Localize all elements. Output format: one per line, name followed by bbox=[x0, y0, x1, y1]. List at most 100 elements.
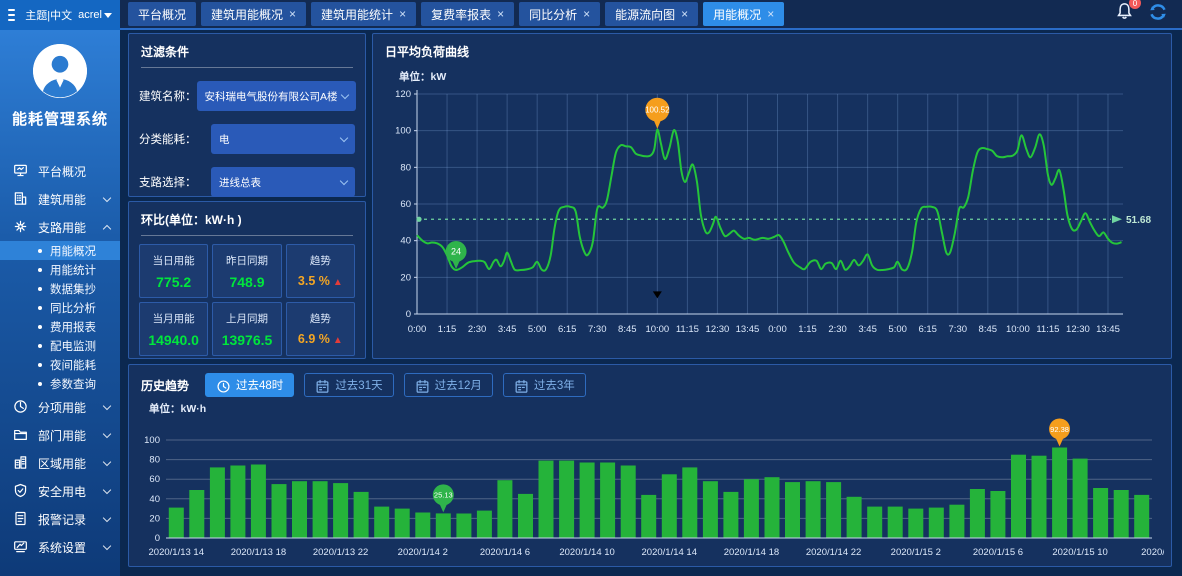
submenu-label: 夜间能耗 bbox=[50, 357, 96, 373]
sidebar-item-0[interactable]: 平台概况 bbox=[0, 157, 120, 185]
tab-0[interactable]: 平台概况 bbox=[128, 2, 196, 26]
tab-close-icon[interactable]: × bbox=[399, 7, 406, 21]
svg-text:2:30: 2:30 bbox=[468, 324, 487, 335]
monitor-icon bbox=[13, 163, 28, 178]
stat-cell: 上月同期 13976.5 bbox=[212, 302, 281, 356]
history-range-button-2[interactable]: 过去12月 bbox=[404, 373, 493, 397]
tab-3[interactable]: 复费率报表 × bbox=[421, 2, 514, 26]
history-range-button-1[interactable]: 过去31天 bbox=[304, 373, 393, 397]
trend-up-icon: ▲ bbox=[333, 335, 343, 346]
sidebar-item-label: 平台概况 bbox=[38, 163, 110, 180]
tab-close-icon[interactable]: × bbox=[767, 7, 774, 21]
theme-language-switcher[interactable]: 主题|中文 bbox=[25, 7, 72, 23]
svg-text:0: 0 bbox=[406, 309, 411, 320]
stat-value: 775.2 bbox=[140, 274, 207, 290]
calendar-icon bbox=[415, 379, 430, 394]
filter-select-2[interactable]: 进线总表 bbox=[211, 167, 355, 197]
sidebar: 能耗管理系统 平台概况 建筑用能 支路用能用能概况用能统计数据集抄同比分析费用报… bbox=[0, 30, 120, 576]
sidebar-subitem-0[interactable]: 用能概况 bbox=[0, 241, 120, 260]
svg-text:12:30: 12:30 bbox=[706, 324, 730, 335]
tab-label: 复费率报表 bbox=[431, 6, 491, 23]
sidebar-item-3[interactable]: 分项用能 bbox=[0, 393, 120, 421]
tab-4[interactable]: 同比分析× bbox=[519, 2, 600, 26]
svg-text:10:00: 10:00 bbox=[645, 324, 669, 335]
tab-close-icon[interactable]: × bbox=[681, 7, 688, 21]
tab-label: 平台概况 bbox=[138, 6, 186, 23]
sidebar-subitem-1[interactable]: 用能统计 bbox=[0, 260, 120, 279]
svg-text:20: 20 bbox=[149, 513, 160, 524]
area-icon bbox=[13, 455, 28, 470]
tab-6[interactable]: 用能概况× bbox=[703, 2, 784, 26]
main-content: 过滤条件 建筑名称： 安科瑞电气股份有限公司A楼 分类能耗： 电 支路选择： 进… bbox=[120, 30, 1182, 576]
stat-cell: 趋势 6.9 %▲ bbox=[286, 302, 355, 356]
sidebar-subitem-4[interactable]: 费用报表 bbox=[0, 317, 120, 336]
svg-text:2020/1/14 14: 2020/1/14 14 bbox=[642, 547, 697, 558]
stat-value: 13976.5 bbox=[213, 332, 280, 348]
svg-text:2020/1/15 2: 2020/1/15 2 bbox=[891, 547, 941, 558]
sidebar-item-5[interactable]: 区域用能 bbox=[0, 449, 120, 477]
chevron-down-icon bbox=[103, 429, 111, 437]
bullet-icon bbox=[38, 382, 42, 386]
filter-select-1[interactable]: 电 bbox=[211, 124, 355, 154]
sidebar-subitem-5[interactable]: 配电监测 bbox=[0, 336, 120, 355]
tab-1[interactable]: 建筑用能概况 × bbox=[201, 2, 306, 26]
history-button-label: 过去3年 bbox=[534, 377, 575, 393]
sidebar-item-label: 建筑用能 bbox=[38, 191, 104, 208]
sidebar-item-1[interactable]: 建筑用能 bbox=[0, 185, 120, 213]
notifications-button[interactable]: 0 bbox=[1115, 2, 1134, 26]
topbar-left: 主题|中文 acrel bbox=[0, 0, 120, 30]
history-range-button-0[interactable]: 过去48时 bbox=[205, 373, 294, 397]
submenu-label: 配电监测 bbox=[50, 338, 96, 354]
trend-up-icon: ▲ bbox=[333, 277, 343, 288]
notification-badge: 0 bbox=[1129, 0, 1141, 9]
tab-5[interactable]: 能源流向图× bbox=[605, 2, 698, 26]
calendar-icon bbox=[315, 379, 330, 394]
bullet-icon bbox=[38, 249, 42, 253]
filter-row-0: 建筑名称： 安科瑞电气股份有限公司A楼 bbox=[129, 81, 365, 111]
history-button-label: 过去48时 bbox=[236, 377, 283, 393]
sidebar-item-8[interactable]: 系统设置 bbox=[0, 533, 120, 561]
tab-label: 建筑用能概况 bbox=[211, 6, 283, 23]
svg-text:2020/1/15 6: 2020/1/15 6 bbox=[973, 547, 1023, 558]
tab-close-icon[interactable]: × bbox=[289, 7, 296, 21]
svg-text:2020/1/13 14: 2020/1/13 14 bbox=[149, 547, 204, 558]
stat-cell: 趋势 3.5 %▲ bbox=[286, 244, 355, 298]
stat-value: 3.5 %▲ bbox=[287, 274, 354, 288]
svg-text:7:30: 7:30 bbox=[588, 324, 607, 335]
sidebar-subitem-6[interactable]: 夜间能耗 bbox=[0, 355, 120, 374]
sidebar-item-7[interactable]: 报警记录 bbox=[0, 505, 120, 533]
sidebar-item-2[interactable]: 支路用能 bbox=[0, 213, 120, 241]
history-button-label: 过去12月 bbox=[435, 377, 482, 393]
bullet-icon bbox=[38, 344, 42, 348]
svg-text:60: 60 bbox=[149, 474, 160, 485]
sidebar-subitem-2[interactable]: 数据集抄 bbox=[0, 279, 120, 298]
select-value: 进线总表 bbox=[219, 175, 261, 190]
svg-text:60: 60 bbox=[400, 199, 411, 210]
chevron-down-icon bbox=[340, 90, 348, 98]
line-chart-unit: 单位：kW bbox=[373, 69, 1171, 84]
user-menu[interactable]: acrel bbox=[78, 9, 112, 21]
sidebar-subitem-3[interactable]: 同比分析 bbox=[0, 298, 120, 317]
tab-2[interactable]: 建筑用能统计× bbox=[311, 2, 416, 26]
sidebar-subitem-7[interactable]: 参数查询 bbox=[0, 374, 120, 393]
topbar-actions: 0 bbox=[1101, 0, 1182, 30]
tab-close-icon[interactable]: × bbox=[583, 7, 590, 21]
sidebar-item-4[interactable]: 部门用能 bbox=[0, 421, 120, 449]
history-range-button-3[interactable]: 过去3年 bbox=[503, 373, 586, 397]
stat-label: 当月用能 bbox=[140, 311, 207, 326]
svg-text:0:00: 0:00 bbox=[768, 324, 787, 335]
caret-down-icon bbox=[104, 13, 112, 18]
bullet-icon bbox=[38, 363, 42, 367]
tab-close-icon[interactable]: × bbox=[497, 7, 504, 21]
stat-label: 趋势 bbox=[287, 253, 354, 268]
sidebar-item-6[interactable]: 安全用电 bbox=[0, 477, 120, 505]
filter-select-0[interactable]: 安科瑞电气股份有限公司A楼 bbox=[197, 81, 356, 111]
sidebar-item-label: 报警记录 bbox=[38, 511, 104, 528]
history-bar-chart: 0204060801002020/1/13 142020/1/13 182020… bbox=[136, 418, 1164, 564]
hamburger-menu-icon[interactable] bbox=[8, 9, 15, 21]
refresh-button[interactable] bbox=[1148, 2, 1168, 27]
svg-text:0: 0 bbox=[155, 533, 160, 544]
app-title: 能耗管理系统 bbox=[0, 108, 120, 129]
bullet-icon bbox=[38, 287, 42, 291]
submenu-label: 数据集抄 bbox=[50, 281, 96, 297]
